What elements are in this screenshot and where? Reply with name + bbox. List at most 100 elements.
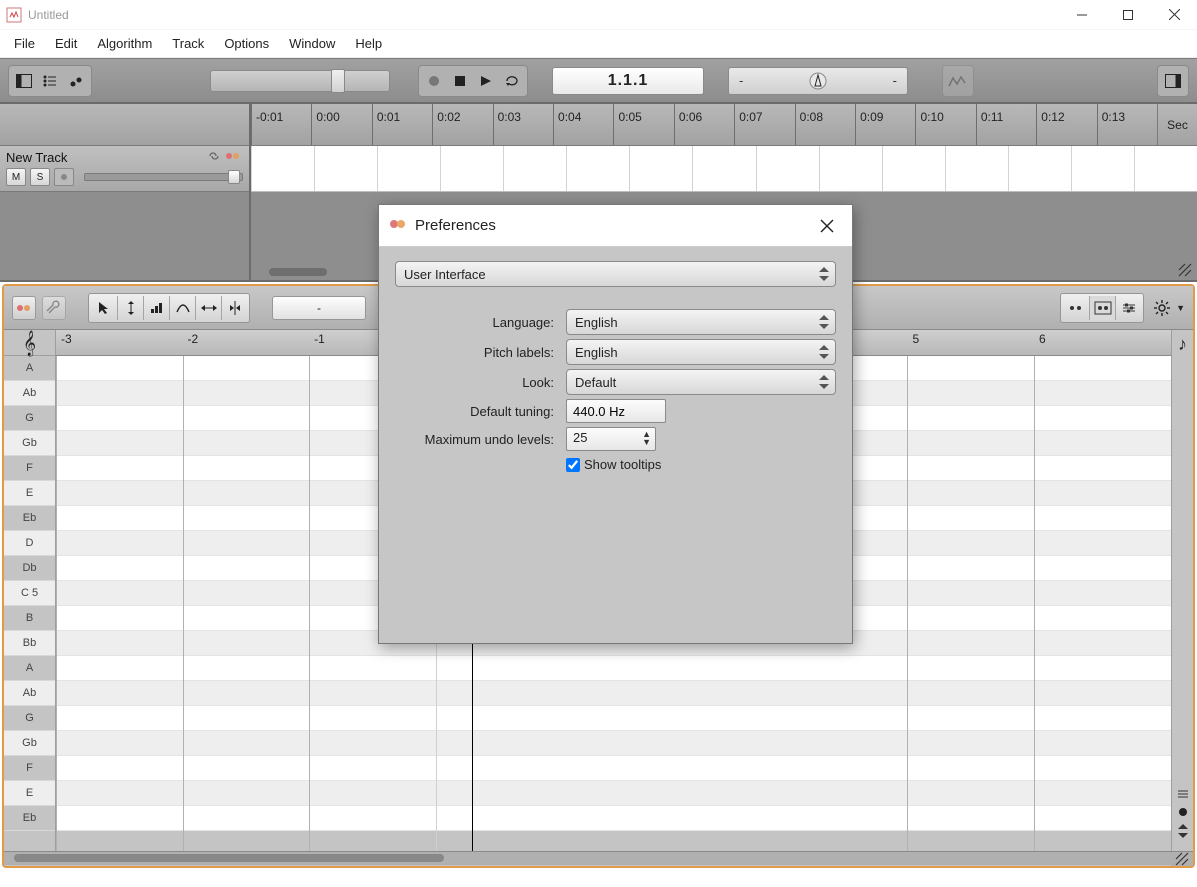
tempo-display[interactable]: - -	[728, 67, 908, 95]
seek-slider[interactable]	[210, 70, 390, 92]
pitch-label: Db	[4, 556, 55, 581]
editor-settings-gear-icon[interactable]	[1150, 296, 1174, 320]
ruler-tick-label: 0:08	[800, 110, 823, 124]
loop-button[interactable]	[500, 69, 524, 93]
preferences-section-label: User Interface	[404, 267, 486, 282]
view-boxed-icon[interactable]	[1089, 296, 1115, 320]
menu-help[interactable]: Help	[345, 32, 392, 55]
pitch-label: A	[4, 656, 55, 681]
tempo-left: -	[739, 73, 743, 88]
editor-view-options	[1060, 293, 1144, 323]
record-arm-button[interactable]	[54, 168, 74, 186]
editor-resize-icon[interactable]	[1175, 852, 1189, 866]
track-nodes-icon[interactable]	[225, 150, 241, 162]
left-panel-toggle-icon[interactable]	[12, 69, 36, 93]
track-volume-slider[interactable]	[84, 173, 243, 181]
dialog-close-button[interactable]	[812, 211, 842, 241]
track-header[interactable]: New Track M S	[0, 146, 249, 192]
menu-algorithm[interactable]: Algorithm	[87, 32, 162, 55]
menu-edit[interactable]: Edit	[45, 32, 87, 55]
spinner-arrows-icon[interactable]: ▲▼	[642, 430, 651, 446]
ruler-tick-label: 0:12	[1041, 110, 1064, 124]
draw-tool-icon[interactable]	[143, 296, 169, 320]
timeline-resize-icon[interactable]	[1177, 262, 1193, 278]
pitch-label: F	[4, 456, 55, 481]
notes-icon[interactable]	[64, 69, 88, 93]
ruler-tick-label: 0:01	[377, 110, 400, 124]
view-notes-icon[interactable]	[1063, 296, 1089, 320]
editor-ruler-label: -3	[61, 332, 72, 346]
fx-group	[942, 65, 974, 97]
solo-button[interactable]: S	[30, 168, 50, 186]
pitch-label: Gb	[4, 431, 55, 456]
panel-toggle-group	[8, 65, 92, 97]
record-button[interactable]	[422, 69, 446, 93]
mute-button[interactable]: M	[6, 168, 26, 186]
pointer-tool-icon[interactable]	[91, 296, 117, 320]
menu-file[interactable]: File	[4, 32, 45, 55]
chevron-down-icon[interactable]: ▼	[1176, 303, 1185, 313]
ruler-tick-label: 0:02	[437, 110, 460, 124]
playback-controls	[418, 65, 528, 97]
editor-right-gutter: ♪	[1171, 330, 1193, 851]
curve-tool-icon[interactable]	[169, 296, 195, 320]
menu-options[interactable]: Options	[214, 32, 279, 55]
window-maximize-button[interactable]	[1105, 0, 1151, 30]
right-panel-toggle-icon[interactable]	[1161, 69, 1185, 93]
show-tooltips-label: Show tooltips	[584, 457, 661, 472]
pitch-label: G	[4, 406, 55, 431]
chevron-updown-icon	[819, 344, 829, 360]
vscroll-dot-icon[interactable]	[1178, 807, 1188, 817]
right-panel-toggle-group	[1157, 65, 1189, 97]
play-button[interactable]	[474, 69, 498, 93]
metronome-icon[interactable]	[809, 72, 827, 90]
eighth-note-icon[interactable]: ♪	[1178, 334, 1187, 355]
menu-window[interactable]: Window	[279, 32, 345, 55]
window-minimize-button[interactable]	[1059, 0, 1105, 30]
hstretch-tool-icon[interactable]	[195, 296, 221, 320]
editor-nodes-icon[interactable]	[12, 296, 36, 320]
split-tool-icon[interactable]	[221, 296, 247, 320]
tuning-label: Default tuning:	[395, 404, 558, 419]
view-sliders-icon[interactable]	[1115, 296, 1141, 320]
window-close-button[interactable]	[1151, 0, 1197, 30]
editor-hscroll-thumb[interactable]	[14, 854, 444, 862]
pitch-label: Eb	[4, 806, 55, 831]
vscroll-lines-icon[interactable]	[1176, 787, 1190, 801]
tempo-right: -	[893, 73, 897, 88]
chevron-updown-icon	[819, 314, 829, 330]
look-label: Look:	[395, 375, 558, 390]
tuning-input[interactable]	[566, 399, 666, 423]
vertical-move-tool-icon[interactable]	[117, 296, 143, 320]
preferences-section-select[interactable]: User Interface	[395, 261, 836, 287]
language-select[interactable]: English	[566, 309, 836, 335]
track-lane[interactable]	[251, 146, 1197, 192]
track-link-icon[interactable]	[207, 150, 221, 162]
timeline-ruler[interactable]: -0:01 0:00 0:01 0:02 0:03 0:04 0:05 0:06…	[251, 104, 1157, 145]
preferences-icon	[389, 217, 407, 235]
ruler-tick-label: 0:09	[860, 110, 883, 124]
show-tooltips-checkbox[interactable]	[566, 458, 580, 472]
editor-wrench-icon[interactable]	[42, 296, 66, 320]
zoom-display[interactable]: -	[272, 296, 366, 320]
menu-track[interactable]: Track	[162, 32, 214, 55]
ruler-tick-label: 0:05	[618, 110, 641, 124]
ruler-tick-label: 0:04	[558, 110, 581, 124]
ruler-unit[interactable]: Sec	[1157, 104, 1197, 145]
pitch-label: Bb	[4, 631, 55, 656]
seek-handle[interactable]	[331, 69, 345, 93]
treble-clef-icon: 𝄞	[4, 330, 55, 356]
timeline-hscroll-thumb[interactable]	[269, 268, 327, 276]
pitch-labels-select[interactable]: English	[566, 339, 836, 365]
stop-button[interactable]	[448, 69, 472, 93]
fx-icon[interactable]	[946, 69, 970, 93]
tracks-icon[interactable]	[38, 69, 62, 93]
pitch-label: D	[4, 531, 55, 556]
editor-hscroll[interactable]	[4, 851, 1171, 865]
undo-levels-spinner[interactable]: 25▲▼	[566, 427, 656, 451]
look-select[interactable]: Default	[566, 369, 836, 395]
position-display[interactable]: 1.1.1	[552, 67, 704, 95]
pitch-label: B	[4, 606, 55, 631]
vscroll-arrows-icon[interactable]	[1177, 823, 1189, 839]
track-volume-handle[interactable]	[228, 170, 240, 184]
